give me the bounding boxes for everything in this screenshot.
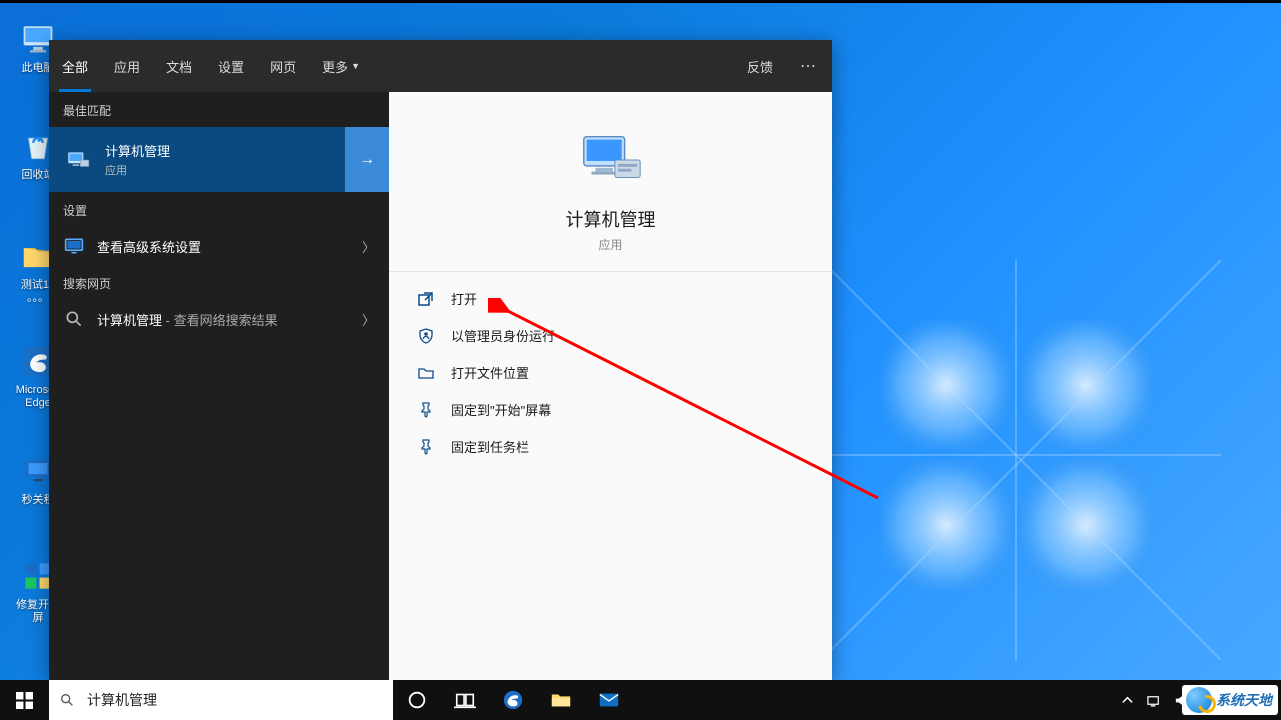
watermark-text: 系统天地 [1216, 690, 1272, 710]
result-advanced-system-settings[interactable]: 查看高级系统设置 〉 [49, 227, 389, 265]
result-subtitle: 应用 [105, 162, 375, 178]
taskbar-edge[interactable] [489, 680, 537, 720]
feedback-link[interactable]: 反馈 [734, 40, 786, 92]
monitor-icon [63, 235, 85, 257]
tray-network-icon[interactable] [1141, 693, 1168, 708]
watermark: 系统天地 [1182, 685, 1278, 715]
section-best-match: 最佳匹配 [49, 92, 389, 127]
action-open-location[interactable]: 打开文件位置 [389, 354, 832, 391]
action-label: 打开 [451, 289, 477, 308]
pin-icon [417, 438, 435, 456]
tab-settings[interactable]: 设置 [205, 40, 257, 92]
tray-chevron-up[interactable] [1114, 693, 1141, 708]
result-web-search[interactable]: 计算机管理 - 查看网络搜索结果 〉 [49, 300, 389, 338]
taskbar-explorer[interactable] [537, 680, 585, 720]
search-input[interactable]: 计算机管理 [49, 680, 393, 720]
computer-management-icon [575, 124, 647, 196]
action-label: 固定到任务栏 [451, 437, 529, 456]
preview-actions: 打开 以管理员身份运行 打开文件位置 固定到"开始"屏幕 固定到任务栏 [389, 272, 832, 473]
action-pin-taskbar[interactable]: 固定到任务栏 [389, 428, 832, 465]
search-results-list: 最佳匹配 计算机管理 应用 → 设置 查看高级系统设置 〉 搜索网页 [49, 92, 389, 680]
more-options-button[interactable]: ⋯ [786, 40, 832, 92]
tab-documents[interactable]: 文档 [153, 40, 205, 92]
cortana-button[interactable] [393, 680, 441, 720]
section-settings: 设置 [49, 192, 389, 227]
start-button[interactable] [0, 680, 49, 720]
search-tabs: 全部 应用 文档 设置 网页 更多▼ 反馈 ⋯ [49, 40, 832, 92]
windows-icon [16, 692, 33, 709]
computer-management-icon [63, 145, 93, 175]
admin-icon [417, 327, 435, 345]
action-pin-start[interactable]: 固定到"开始"屏幕 [389, 391, 832, 428]
search-icon [63, 308, 85, 330]
taskbar: 计算机管理 中 20 [0, 680, 1281, 720]
result-label: 计算机管理 - 查看网络搜索结果 [97, 310, 362, 329]
search-preview-pane: 计算机管理 应用 打开 以管理员身份运行 打开文件位置 固定到 [389, 92, 832, 680]
result-computer-management[interactable]: 计算机管理 应用 → [49, 127, 389, 192]
taskbar-mail[interactable] [585, 680, 633, 720]
search-icon [59, 692, 77, 708]
open-icon [417, 290, 435, 308]
pin-icon [417, 401, 435, 419]
tab-more[interactable]: 更多▼ [309, 40, 373, 92]
task-view-button[interactable] [441, 680, 489, 720]
action-open[interactable]: 打开 [389, 280, 832, 317]
folder-icon [417, 364, 435, 382]
globe-icon [1186, 687, 1212, 713]
expand-arrow-button[interactable]: → [345, 127, 389, 192]
tab-web[interactable]: 网页 [257, 40, 309, 92]
preview-subtitle: 应用 [399, 236, 822, 253]
action-run-as-admin[interactable]: 以管理员身份运行 [389, 317, 832, 354]
section-web: 搜索网页 [49, 265, 389, 300]
tab-all[interactable]: 全部 [49, 40, 101, 92]
tab-apps[interactable]: 应用 [101, 40, 153, 92]
result-title: 计算机管理 [105, 141, 375, 160]
search-results-panel: 全部 应用 文档 设置 网页 更多▼ 反馈 ⋯ 最佳匹配 计算机管理 应用 → … [49, 40, 832, 680]
windows-logo-glow [821, 260, 1221, 660]
action-label: 固定到"开始"屏幕 [451, 400, 551, 419]
chevron-right-icon: 〉 [362, 237, 375, 256]
result-label: 查看高级系统设置 [97, 237, 362, 256]
preview-title: 计算机管理 [399, 206, 822, 232]
search-input-value: 计算机管理 [87, 690, 157, 710]
action-label: 以管理员身份运行 [451, 326, 555, 345]
action-label: 打开文件位置 [451, 363, 529, 382]
chevron-right-icon: 〉 [362, 310, 375, 329]
chevron-down-icon: ▼ [351, 61, 360, 71]
